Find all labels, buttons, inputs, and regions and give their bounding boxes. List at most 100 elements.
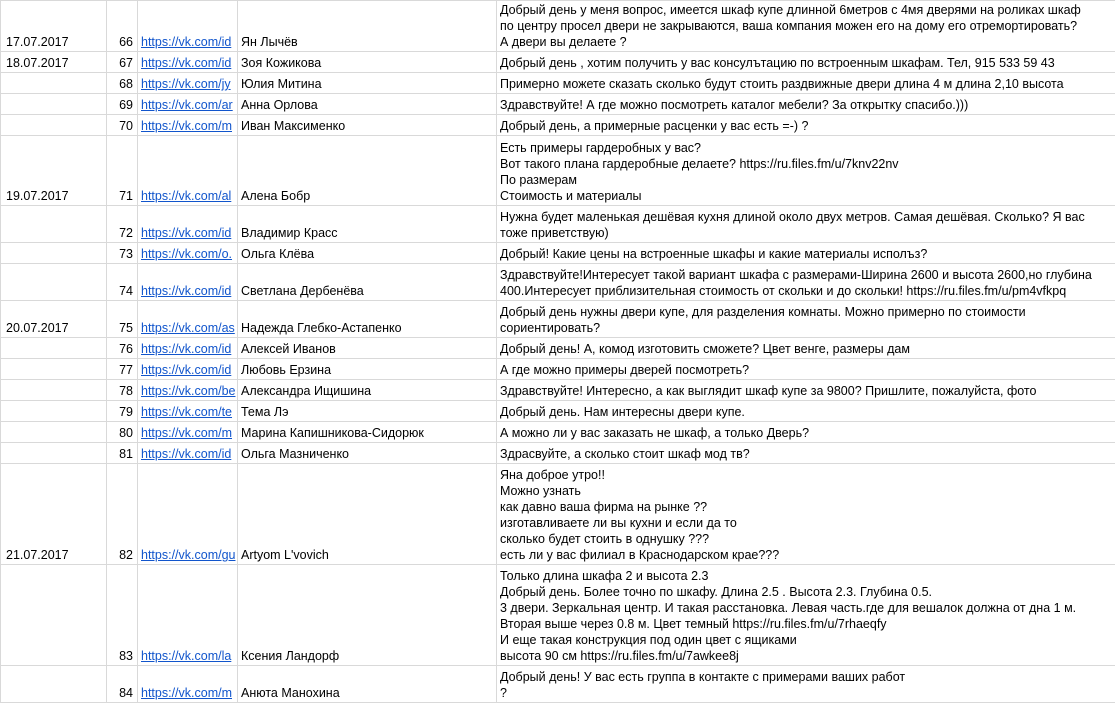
row-number-cell[interactable]: 80: [107, 422, 138, 443]
row-number-cell[interactable]: 72: [107, 206, 138, 243]
profile-link[interactable]: https://vk.com/te: [138, 401, 238, 422]
message-cell[interactable]: Добрый день. Нам интересны двери купе.: [497, 401, 1115, 422]
name-cell[interactable]: Artyom L'vovich: [238, 464, 497, 565]
date-cell[interactable]: 21.07.2017: [1, 464, 107, 565]
message-cell[interactable]: Нужна будет маленькая дешёвая кухня длин…: [497, 206, 1115, 243]
profile-link[interactable]: https://vk.com/id: [138, 52, 238, 73]
message-cell[interactable]: Добрый день, а примерные расценки у вас …: [497, 115, 1115, 136]
name-cell[interactable]: Ольга Клёва: [238, 243, 497, 264]
profile-link[interactable]: https://vk.com/m: [138, 666, 238, 703]
name-cell[interactable]: Ксения Ландорф: [238, 565, 497, 666]
name-cell[interactable]: Алена Бобр: [238, 136, 497, 206]
name-cell[interactable]: Ян Лычёв: [238, 1, 497, 52]
message-cell[interactable]: Примерно можете сказать сколько будут ст…: [497, 73, 1115, 94]
row-number-cell[interactable]: 77: [107, 359, 138, 380]
message-cell[interactable]: Только длина шкафа 2 и высота 2.3 Добрый…: [497, 565, 1115, 666]
name-cell[interactable]: Иван Максименко: [238, 115, 497, 136]
message-cell[interactable]: А можно ли у вас заказать не шкаф, а тол…: [497, 422, 1115, 443]
name-cell[interactable]: Владимир Красс: [238, 206, 497, 243]
message-cell[interactable]: А где можно примеры дверей посмотреть?: [497, 359, 1115, 380]
profile-link[interactable]: https://vk.com/m: [138, 422, 238, 443]
name-cell[interactable]: Юлия Митина: [238, 73, 497, 94]
row-number-cell[interactable]: 70: [107, 115, 138, 136]
row-number-cell[interactable]: 81: [107, 443, 138, 464]
profile-link[interactable]: https://vk.com/jy: [138, 73, 238, 94]
date-cell[interactable]: 20.07.2017: [1, 301, 107, 338]
date-cell[interactable]: [1, 94, 107, 115]
message-cell[interactable]: Добрый день! У вас есть группа в контакт…: [497, 666, 1115, 703]
table-row: 72https://vk.com/idВладимир КрассНужна б…: [1, 206, 1115, 243]
profile-link[interactable]: https://vk.com/gu: [138, 464, 238, 565]
profile-link[interactable]: https://vk.com/id: [138, 359, 238, 380]
name-cell[interactable]: Светлана Дербенёва: [238, 264, 497, 301]
date-cell[interactable]: [1, 380, 107, 401]
message-cell[interactable]: Добрый день у меня вопрос, имеется шкаф …: [497, 1, 1115, 52]
row-number-cell[interactable]: 79: [107, 401, 138, 422]
name-cell[interactable]: Анюта Манохина: [238, 666, 497, 703]
row-number-cell[interactable]: 67: [107, 52, 138, 73]
date-cell[interactable]: [1, 443, 107, 464]
name-cell[interactable]: Анна Орлова: [238, 94, 497, 115]
name-cell[interactable]: Марина Капишникова-Сидорюк: [238, 422, 497, 443]
name-cell[interactable]: Тема Лэ: [238, 401, 497, 422]
row-number-cell[interactable]: 75: [107, 301, 138, 338]
name-cell[interactable]: Любовь Ерзина: [238, 359, 497, 380]
date-cell[interactable]: [1, 115, 107, 136]
row-number-cell[interactable]: 74: [107, 264, 138, 301]
date-cell[interactable]: 18.07.2017: [1, 52, 107, 73]
date-cell[interactable]: [1, 565, 107, 666]
profile-link[interactable]: https://vk.com/be: [138, 380, 238, 401]
row-number-cell[interactable]: 82: [107, 464, 138, 565]
date-cell[interactable]: [1, 206, 107, 243]
profile-link[interactable]: https://vk.com/o.: [138, 243, 238, 264]
name-cell[interactable]: Алексей Иванов: [238, 338, 497, 359]
date-cell[interactable]: [1, 422, 107, 443]
row-number-cell[interactable]: 73: [107, 243, 138, 264]
profile-link[interactable]: https://vk.com/id: [138, 264, 238, 301]
row-number-cell[interactable]: 69: [107, 94, 138, 115]
date-cell[interactable]: [1, 243, 107, 264]
row-number-cell[interactable]: 76: [107, 338, 138, 359]
profile-link[interactable]: https://vk.com/id: [138, 443, 238, 464]
profile-link[interactable]: https://vk.com/id: [138, 338, 238, 359]
profile-link[interactable]: https://vk.com/id: [138, 206, 238, 243]
profile-link[interactable]: https://vk.com/ar: [138, 94, 238, 115]
profile-link[interactable]: https://vk.com/la: [138, 565, 238, 666]
date-cell[interactable]: 17.07.2017: [1, 1, 107, 52]
message-cell[interactable]: Добрый день! А, комод изготовить сможете…: [497, 338, 1115, 359]
message-cell[interactable]: Есть примеры гардеробных у вас? Вот тако…: [497, 136, 1115, 206]
profile-link[interactable]: https://vk.com/m: [138, 115, 238, 136]
message-cell[interactable]: Здрасвуйте, а сколько стоит шкаф мод тв?: [497, 443, 1115, 464]
date-cell[interactable]: [1, 666, 107, 703]
date-cell[interactable]: [1, 338, 107, 359]
message-cell[interactable]: Здравствуйте!Интересует такой вариант шк…: [497, 264, 1115, 301]
row-number-cell[interactable]: 66: [107, 1, 138, 52]
name-cell[interactable]: Надежда Глебко-Астапенко: [238, 301, 497, 338]
profile-link[interactable]: https://vk.com/id: [138, 1, 238, 52]
name-cell[interactable]: Ольга Мазниченко: [238, 443, 497, 464]
message-cell[interactable]: Добрый день нужны двери купе, для раздел…: [497, 301, 1115, 338]
name-cell[interactable]: Зоя Кожикова: [238, 52, 497, 73]
date-cell[interactable]: [1, 264, 107, 301]
date-cell[interactable]: [1, 73, 107, 94]
row-number-cell[interactable]: 71: [107, 136, 138, 206]
date-cell[interactable]: [1, 401, 107, 422]
message-cell[interactable]: Добрый! Какие цены на встроенные шкафы и…: [497, 243, 1115, 264]
row-number-cell[interactable]: 68: [107, 73, 138, 94]
profile-link[interactable]: https://vk.com/as: [138, 301, 238, 338]
table-row: 69https://vk.com/arАнна ОрловаЗдравствуй…: [1, 94, 1115, 115]
grid-body: 17.07.201766https://vk.com/idЯн ЛычёвДоб…: [1, 1, 1115, 703]
message-cell[interactable]: Здравствуйте! Интересно, а как выглядит …: [497, 380, 1115, 401]
row-number-cell[interactable]: 78: [107, 380, 138, 401]
name-cell[interactable]: Александра Ищишина: [238, 380, 497, 401]
profile-link[interactable]: https://vk.com/al: [138, 136, 238, 206]
table-row: 73https://vk.com/o.Ольга КлёваДобрый! Ка…: [1, 243, 1115, 264]
message-cell[interactable]: Здравствуйте! А где можно посмотреть кат…: [497, 94, 1115, 115]
row-number-cell[interactable]: 83: [107, 565, 138, 666]
table-row: 17.07.201766https://vk.com/idЯн ЛычёвДоб…: [1, 1, 1115, 52]
message-cell[interactable]: Добрый день , хотим получить у вас консу…: [497, 52, 1115, 73]
message-cell[interactable]: Яна доброе утро!! Можно узнать как давно…: [497, 464, 1115, 565]
date-cell[interactable]: 19.07.2017: [1, 136, 107, 206]
date-cell[interactable]: [1, 359, 107, 380]
row-number-cell[interactable]: 84: [107, 666, 138, 703]
